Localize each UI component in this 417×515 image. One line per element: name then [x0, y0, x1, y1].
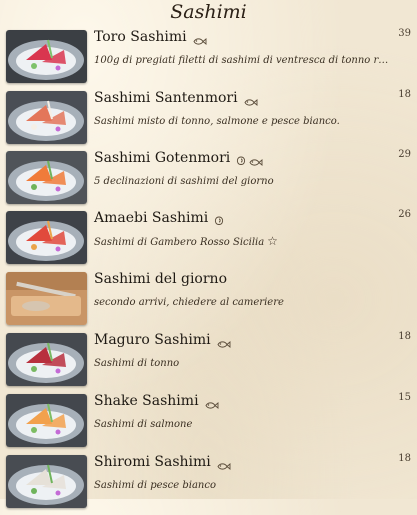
dish-name-text: Sashimi del giorno	[94, 271, 227, 287]
dish-name-text: Amaebi Sashimi	[94, 210, 209, 226]
dish-name-text: Maguro Sashimi	[94, 332, 211, 348]
menu-item[interactable]: Shiromi Sashimi 18 Sashimi di pesce bianco	[0, 453, 417, 515]
dish-image[interactable]	[6, 151, 87, 204]
dish-description-text: secondo arrivi, chiedere al cameriere	[94, 297, 284, 308]
dish-description: Sashimi misto di tonno, salmone e pesce …	[94, 115, 394, 128]
menu-item[interactable]: Shake Sashimi 15 Sashimi di salmone	[0, 392, 417, 454]
dish-description: Sashimi di Gambero Rosso Sicilia ☆	[94, 235, 394, 249]
fish-icon	[244, 94, 258, 106]
dish-description: Sashimi di tonno	[94, 357, 394, 370]
menu-item[interactable]: Amaebi Sashimi 26 Sashimi di Gambero Rosso…	[0, 209, 417, 271]
dish-price: 39	[398, 28, 411, 39]
dish-price: 29	[398, 149, 411, 160]
dish-name: Sashimi Gotenmori	[94, 149, 266, 167]
dish-description-text: 100g di pregiati filetti di sashimi di v…	[94, 55, 394, 66]
dish-image[interactable]	[6, 333, 87, 386]
dish-name: Shiromi Sashimi	[94, 453, 234, 471]
dish-name: Toro Sashimi	[94, 28, 210, 46]
dish-price: 18	[398, 89, 411, 100]
dish-name-text: Sashimi Santenmori	[94, 90, 238, 106]
dish-price: 15	[398, 392, 411, 403]
dish-name-text: Sashimi Gotenmori	[94, 150, 231, 166]
allergen-icons	[193, 28, 210, 46]
dish-name: Maguro Sashimi	[94, 331, 234, 349]
fish-icon	[249, 154, 263, 166]
dish-name: Shake Sashimi	[94, 392, 222, 410]
menu-item[interactable]: Sashimi Gotenmori 29 5 declinazioni di sas…	[0, 149, 417, 211]
allergen-icons	[217, 453, 234, 471]
dish-description-text: Sashimi di pesce bianco	[94, 480, 216, 491]
allergen-icons	[205, 392, 222, 410]
dish-price: 18	[398, 453, 411, 464]
allergen-icons	[244, 89, 261, 107]
dish-image[interactable]	[6, 211, 87, 264]
section-title: Sashimi	[170, 1, 247, 23]
dish-description: 100g di pregiati filetti di sashimi di v…	[94, 54, 394, 67]
dish-name-text: Shiromi Sashimi	[94, 454, 211, 470]
shellfish-icon	[214, 213, 224, 225]
fish-icon	[217, 458, 231, 470]
menu-item[interactable]: Maguro Sashimi 18 Sashimi di tonno	[0, 331, 417, 393]
dish-description: secondo arrivi, chiedere al cameriere	[94, 296, 394, 309]
dish-description-text: 5 declinazioni di sashimi del giorno	[94, 176, 274, 187]
star-icon: ☆	[267, 235, 278, 248]
menu-item[interactable]: Toro Sashimi 39 100g di pregiati filetti d…	[0, 28, 417, 90]
dish-price: 18	[398, 331, 411, 342]
dish-description: Sashimi di salmone	[94, 418, 394, 431]
dish-price: 26	[398, 209, 411, 220]
menu-item[interactable]: Sashimi Santenmori 18 Sashimi misto di ton…	[0, 89, 417, 151]
dish-description-text: Sashimi di salmone	[94, 419, 193, 430]
dish-image[interactable]	[6, 272, 87, 325]
allergen-icons	[214, 209, 227, 227]
dish-image[interactable]	[6, 30, 87, 83]
fish-icon	[217, 336, 231, 348]
dish-name-text: Shake Sashimi	[94, 393, 199, 409]
dish-description-text: Sashimi di Gambero Rosso Sicilia	[94, 237, 265, 248]
dish-name-text: Toro Sashimi	[94, 29, 187, 45]
dish-name: Amaebi Sashimi	[94, 209, 227, 227]
menu-item[interactable]: Sashimi del giorno secondo arrivi, chiede…	[0, 270, 417, 332]
allergen-icons	[217, 331, 234, 349]
allergen-icons	[236, 149, 266, 167]
dish-image[interactable]	[6, 394, 87, 447]
dish-description: Sashimi di pesce bianco	[94, 479, 394, 492]
shellfish-icon	[236, 153, 246, 165]
dish-description-text: Sashimi misto di tonno, salmone e pesce …	[94, 116, 340, 127]
dish-image[interactable]	[6, 455, 87, 508]
dish-description: 5 declinazioni di sashimi del giorno	[94, 175, 394, 188]
fish-icon	[193, 33, 207, 45]
dish-name: Sashimi Santenmori	[94, 89, 261, 107]
dish-image[interactable]	[6, 91, 87, 144]
dish-description-text: Sashimi di tonno	[94, 358, 180, 369]
fish-icon	[205, 397, 219, 409]
dish-name: Sashimi del giorno	[94, 270, 227, 288]
